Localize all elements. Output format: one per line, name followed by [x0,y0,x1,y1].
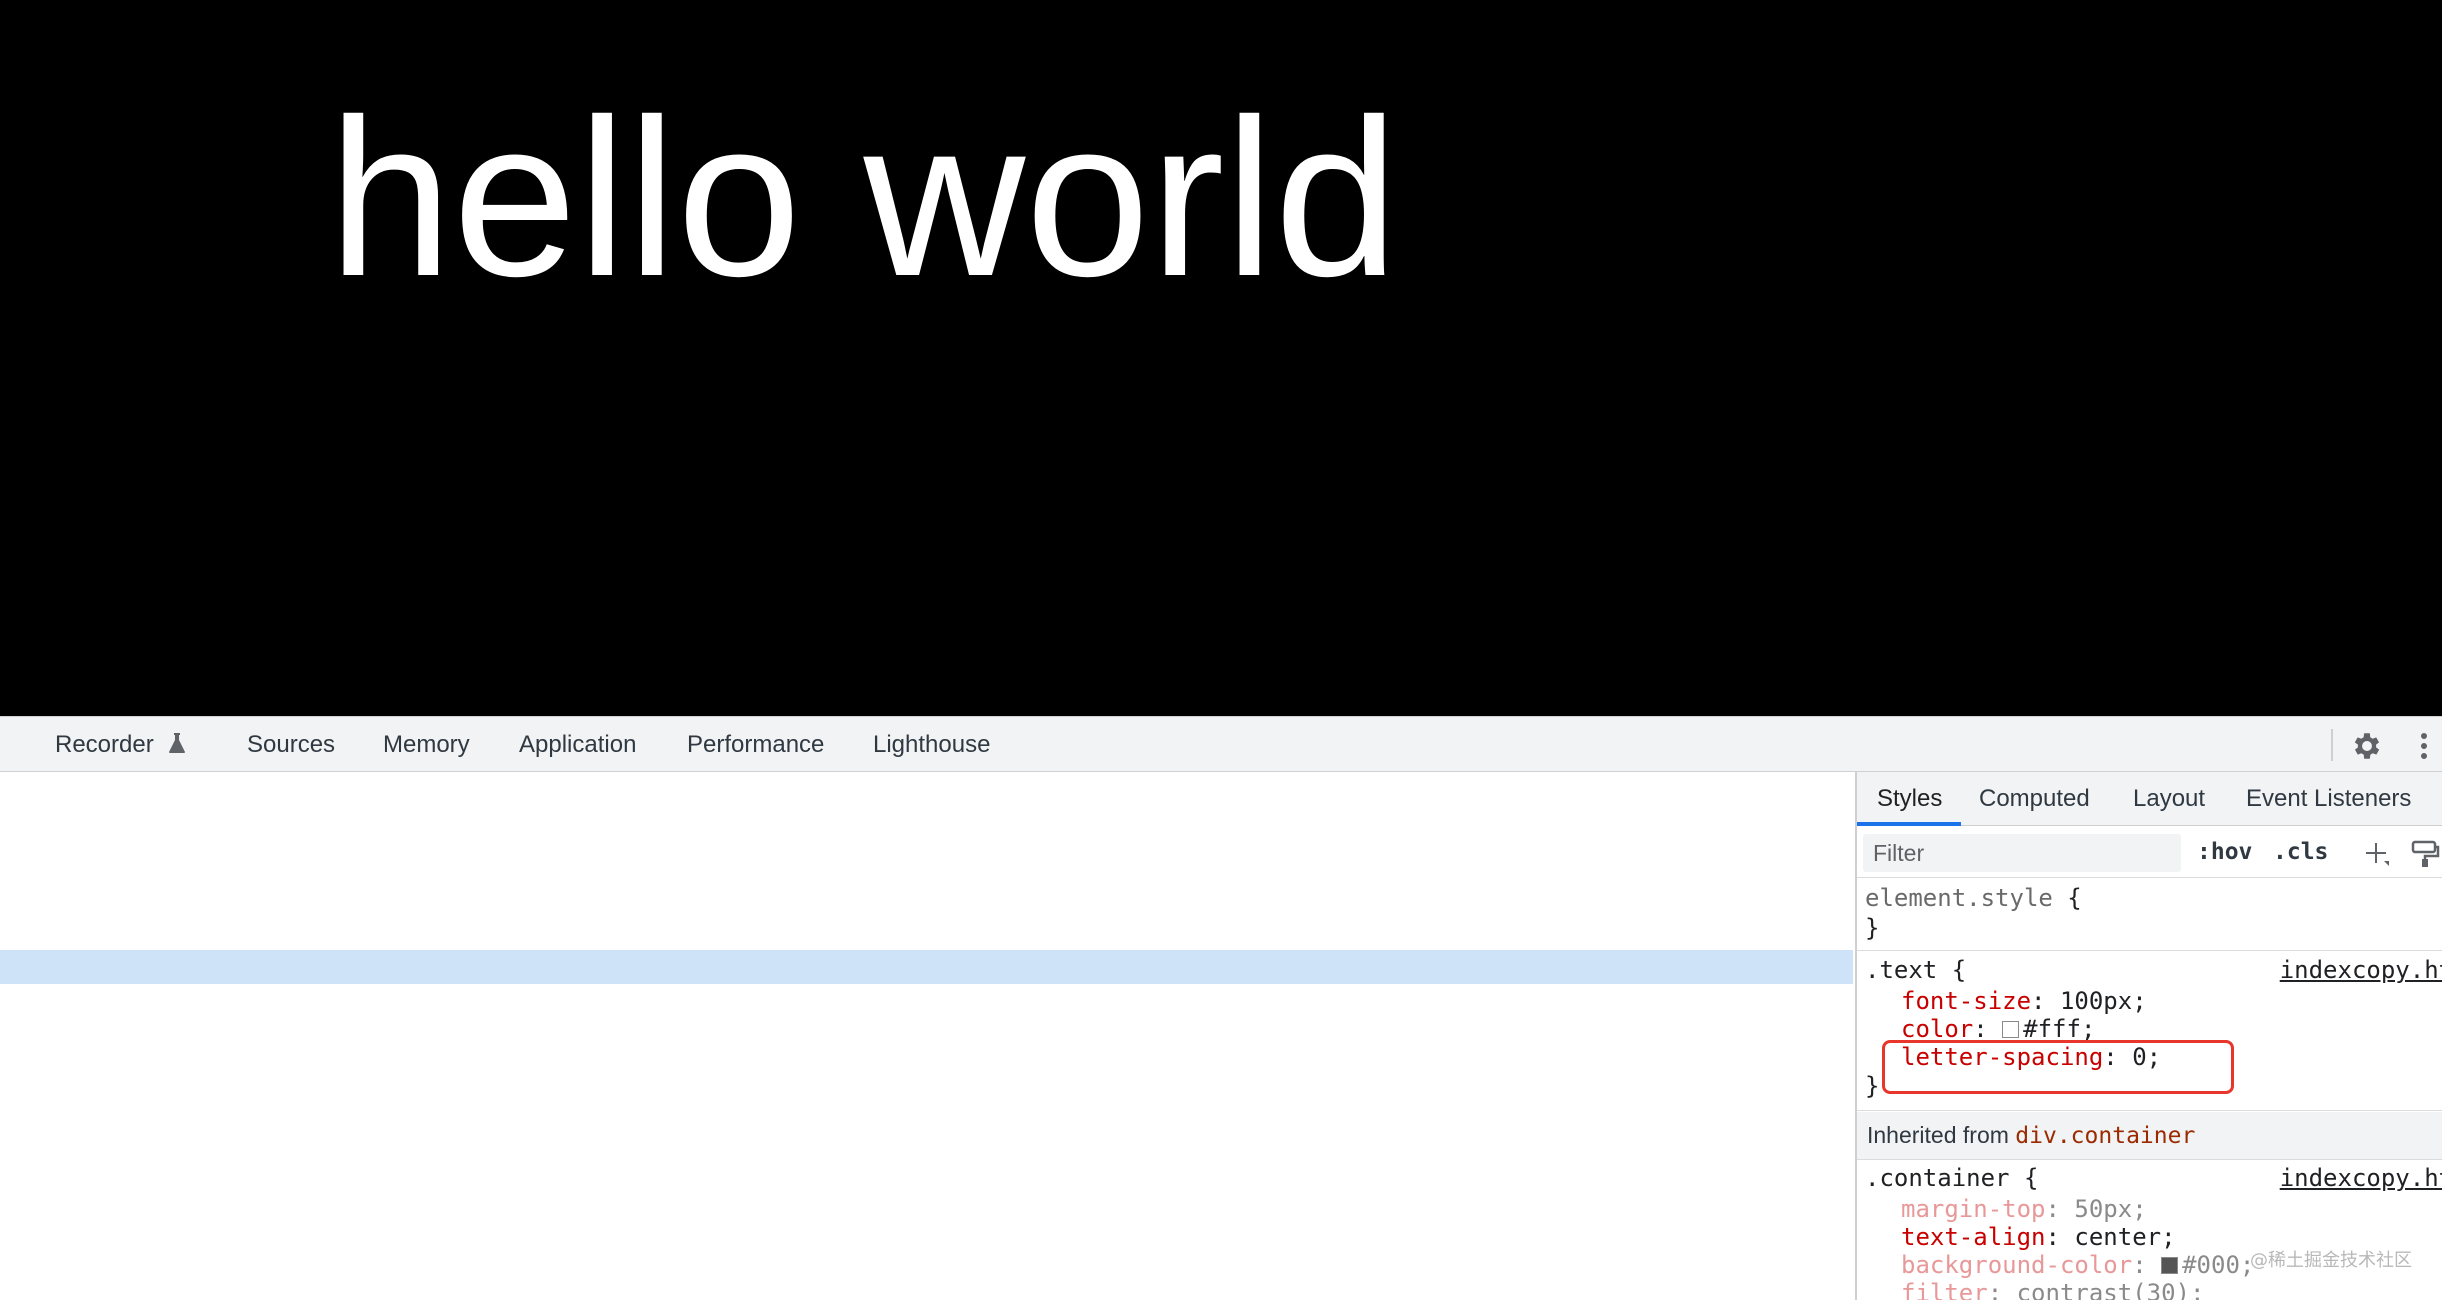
selected-dom-node-row[interactable] [0,950,1853,984]
brace-open: { [1951,956,1967,984]
subtab-event-listeners[interactable]: Event Listeners [2246,785,2411,813]
text-rule-selector: .text [1865,956,1938,984]
elements-pane[interactable] [0,772,1853,1300]
tab-application[interactable]: Application [519,731,636,759]
brace-open: { [2023,1164,2039,1192]
prop-name: text-align [1901,1223,2046,1251]
rule-separator [1857,1110,2442,1111]
prop-value: 50px; [2074,1195,2147,1223]
tab-lighthouse[interactable]: Lighthouse [873,731,990,759]
element-style-close: } [1865,914,1880,942]
paint-roller-icon[interactable] [2409,837,2441,869]
container-rule-source-link[interactable]: indexcopy.html [2280,1164,2442,1192]
prop-value: 100px; [2059,987,2147,1015]
cls-toggle[interactable]: .cls [2273,839,2328,865]
page-viewport: hello world [0,0,2442,716]
color-swatch[interactable] [2002,1021,2020,1038]
styles-pane: Styles Computed Layout Event Listeners :… [1855,772,2442,1300]
tab-memory[interactable]: Memory [383,731,470,759]
kebab-menu-icon[interactable] [2412,729,2436,763]
new-style-rule-icon[interactable] [2360,837,2392,869]
inherited-selector-link[interactable]: div.container [2015,1123,2195,1149]
prop-filter[interactable]: filter: contrast(30); [1901,1279,2204,1300]
brace-open: { [2067,884,2082,912]
tab-sources[interactable]: Sources [247,731,335,759]
prop-value: #fff; [2023,1015,2096,1043]
hello-world-text: hello world [328,73,1399,323]
prop-color[interactable]: color: #fff; [1901,1015,2095,1043]
prop-margin-top[interactable]: margin-top: 50px; [1901,1195,2147,1223]
prop-value: contrast(30); [2016,1279,2205,1300]
inherited-label-text: Inherited from [1867,1122,2009,1148]
prop-name: margin-top [1901,1195,2046,1223]
prop-text-align[interactable]: text-align: center; [1901,1223,2176,1251]
inherited-from-band: Inherited from div.container [1857,1112,2442,1160]
text-rule-header[interactable]: .text { [1865,956,1966,984]
inherited-from-label: Inherited from div.container [1867,1122,2195,1149]
prop-font-size[interactable]: font-size: 100px; [1901,987,2147,1015]
subtab-layout[interactable]: Layout [2133,785,2205,813]
styles-subtabs: Styles Computed Layout Event Listeners [1857,772,2442,826]
prop-name: font-size [1901,987,2032,1015]
flask-icon [168,732,186,761]
prop-name: filter [1901,1279,1988,1300]
styles-filter-row: :hov .cls [1857,826,2442,878]
tab-performance[interactable]: Performance [687,731,824,759]
subtab-computed[interactable]: Computed [1979,785,2090,813]
tab-recorder-label: Recorder [55,731,154,758]
hov-toggle[interactable]: :hov [2197,839,2252,865]
toolbar-divider [2331,729,2333,761]
prop-name: background-color [1901,1251,2133,1279]
subtab-styles[interactable]: Styles [1877,785,1942,813]
devtools-tabbar: Recorder Sources Memory Application Perf… [0,716,2442,772]
letter-spacing-highlight-box [1882,1040,2234,1094]
prop-value: #000; [2182,1251,2255,1279]
color-swatch[interactable] [2161,1257,2179,1274]
text-rule-source-link[interactable]: indexcopy.html [2280,956,2442,984]
prop-name: color [1901,1015,1974,1043]
element-style-selector: element.style [1865,884,2053,912]
element-style-rule[interactable]: element.style { [1865,884,2082,912]
tab-recorder[interactable]: Recorder [55,731,186,759]
rule-separator [1857,950,2442,951]
container-rule-selector: .container [1865,1164,2010,1192]
container-rule-header[interactable]: .container { [1865,1164,2038,1192]
prop-value: center; [2074,1223,2176,1251]
prop-background-color[interactable]: background-color: #000; [1901,1251,2254,1279]
gear-icon[interactable] [2350,729,2384,763]
watermark-text: @稀土掘金技术社区 [2250,1250,2412,1271]
text-rule-close: } [1865,1072,1880,1100]
styles-filter-input[interactable] [1863,834,2181,872]
